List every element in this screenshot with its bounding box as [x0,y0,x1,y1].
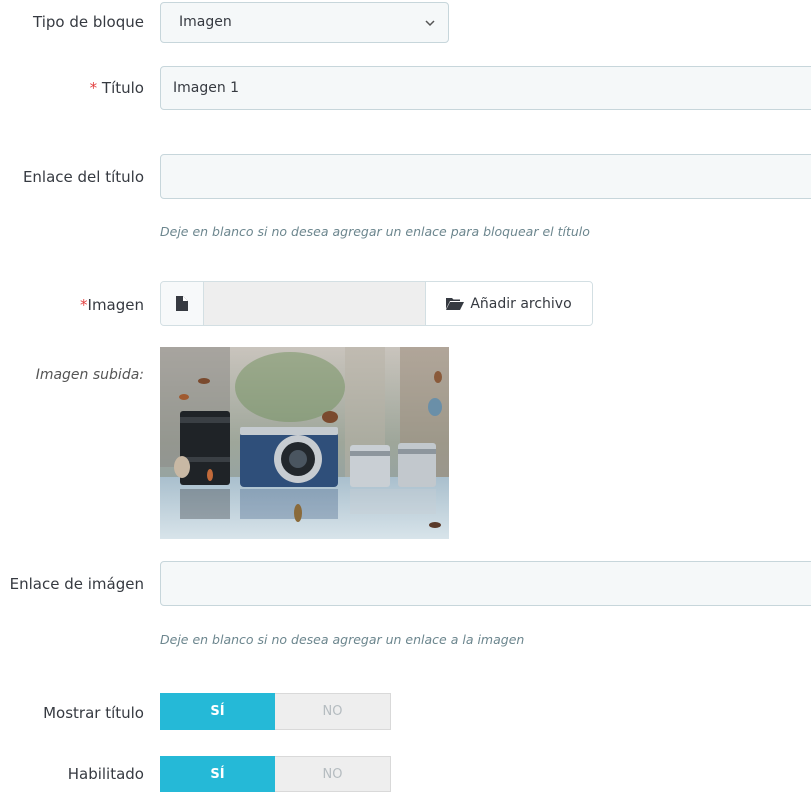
title-label: * Título [90,78,144,98]
block-type-value: Imagen [179,14,232,30]
folder-open-icon [446,298,465,310]
enabled-yes[interactable]: SÍ [160,756,275,792]
add-file-label: Añadir archivo [470,295,572,312]
title-input[interactable]: Imagen 1 [160,66,811,110]
title-label-text: Título [97,79,144,97]
chevron-down-icon [425,20,435,27]
image-label-text: Imagen [87,296,144,314]
show-title-yes[interactable]: SÍ [160,693,275,730]
title-link-input[interactable] [160,154,811,199]
file-icon-box [161,282,204,325]
required-mark: * [80,296,88,314]
enabled-no[interactable]: NO [275,756,391,792]
image-link-input[interactable] [160,561,811,606]
image-file-input[interactable]: Añadir archivo [160,281,593,326]
file-icon [176,296,188,311]
show-title-label: Mostrar título [43,704,144,722]
add-file-button[interactable]: Añadir archivo [425,282,592,325]
show-title-no[interactable]: NO [275,693,391,730]
title-link-label: Enlace del título [22,168,144,186]
image-link-help: Deje en blanco si no desea agregar un en… [160,632,525,647]
title-link-help: Deje en blanco si no desea agregar un en… [160,224,590,239]
uploaded-image-label: Imagen subida: [35,367,144,383]
block-type-select[interactable]: Imagen [160,2,449,43]
image-label: *Imagen [80,295,144,315]
enabled-label: Habilitado [67,765,144,783]
show-title-toggle[interactable]: SÍ NO [160,693,391,730]
uploaded-image-preview [160,347,449,539]
image-link-label: Enlace de imágen [9,575,144,593]
block-type-label: Tipo de bloque [33,13,144,31]
file-name-field [204,282,425,325]
enabled-toggle[interactable]: SÍ NO [160,756,391,792]
